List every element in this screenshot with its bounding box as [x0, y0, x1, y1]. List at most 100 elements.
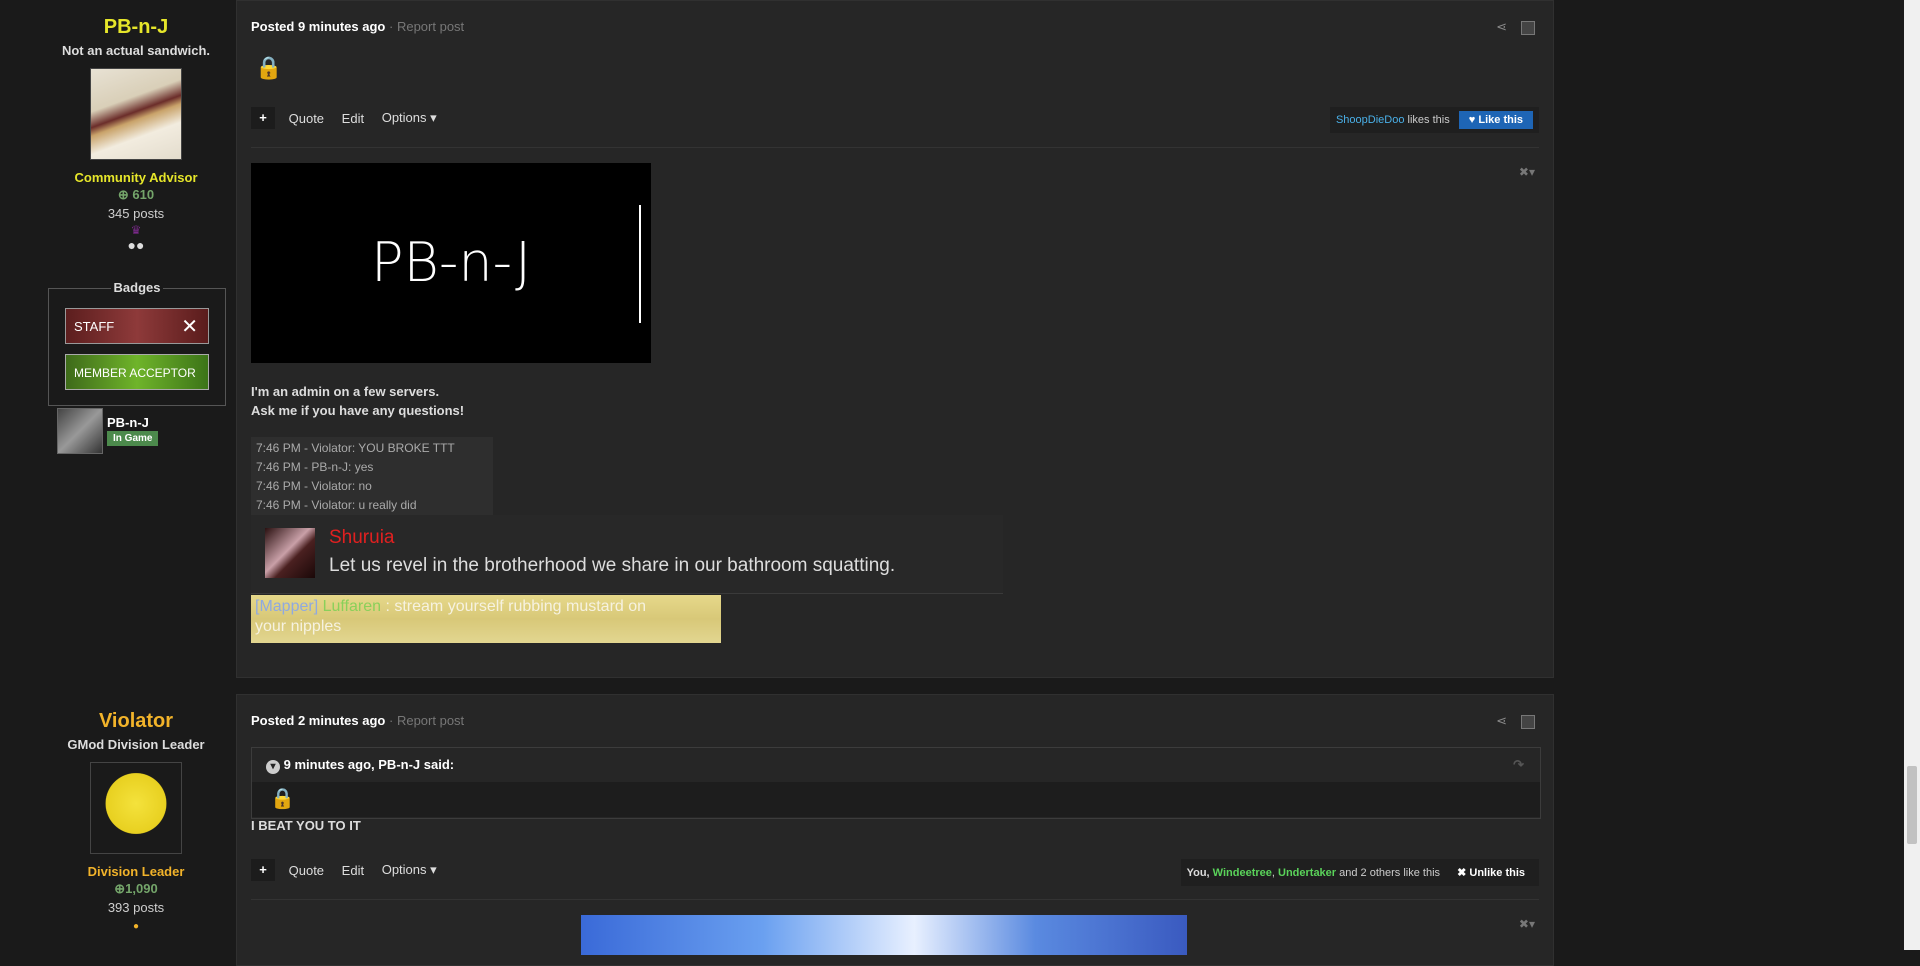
quote-author: Shuruia — [329, 527, 395, 548]
report-post-link[interactable]: Report post — [397, 713, 464, 728]
rank-dot-icon: ● — [132, 921, 140, 932]
reputation: ⊕1,090 — [114, 881, 158, 896]
chat-text: your nipples — [255, 618, 342, 635]
crossed-tools-icon: ✕ — [181, 316, 198, 338]
post-top-icons: ⋖ — [1496, 713, 1535, 729]
post2-author-panel: Violator GMod Division Leader Division L… — [0, 710, 272, 932]
banner-cursor — [639, 205, 641, 323]
likes-box: You, Windeetree, Undertaker and 2 others… — [1180, 859, 1539, 886]
likes-others[interactable]: and 2 others like this — [1339, 867, 1440, 879]
chat-line: 7:46 PM - Violator: YOU BROKE TTT — [256, 441, 455, 455]
badges-box: Badges STAFF ✕ MEMBER ACCEPTOR — [48, 280, 226, 406]
plus-multiquote-button[interactable]: + — [251, 859, 275, 881]
likes-comma: , — [1271, 867, 1275, 879]
quote-block: ▾ 9 minutes ago, PB-n-J said: ↷ 🔒 — [251, 747, 1541, 819]
likes-you: You, — [1186, 867, 1210, 879]
signature-toggle-icon[interactable]: ✖▾ — [1519, 165, 1535, 179]
collapse-chevron-icon[interactable]: ▾ — [266, 760, 280, 774]
edit-button[interactable]: Edit — [342, 863, 364, 878]
badges-label: Badges — [110, 280, 164, 295]
plus-circle-icon: ⊕ — [114, 881, 126, 896]
reputation: ⊕ 610 — [117, 187, 155, 202]
steam-avatar[interactable] — [57, 408, 103, 454]
plus-circle-icon: ⊕ — [117, 187, 129, 202]
rank-dots-icon: ●● — [127, 237, 145, 253]
author-title: Not an actual sandwich. — [61, 43, 211, 58]
post-meta: Posted 9 minutes ago · Report post — [251, 19, 465, 34]
likes-box: ShoopDieDoo likes this ♥ Like this — [1329, 107, 1539, 133]
scrollbar-thumb[interactable] — [1907, 766, 1917, 844]
chat-screenshot: [Mapper] Luffaren : stream yourself rubb… — [251, 595, 721, 643]
edit-button[interactable]: Edit — [342, 111, 364, 126]
author-rank: Community Advisor — [74, 170, 198, 185]
lock-icon: 🔒 — [255, 55, 283, 80]
quote-button[interactable]: Quote — [289, 863, 324, 878]
chat-log: 7:46 PM - Violator: YOU BROKE TTT 7:46 P… — [251, 437, 493, 517]
post-1: Posted 9 minutes ago · Report post ⋖ 🔒 +… — [236, 0, 1554, 678]
author-name[interactable]: Violator — [0, 710, 272, 733]
posted-time[interactable]: Posted 2 minutes ago — [251, 713, 385, 728]
liker-link[interactable]: ShoopDieDoo — [1336, 114, 1405, 126]
scrollbar-track[interactable] — [1904, 0, 1920, 950]
post-meta: Posted 2 minutes ago · Report post — [251, 713, 465, 728]
liker-link[interactable]: Undertaker — [1278, 867, 1336, 879]
unlike-button[interactable]: ✖ Unlike this — [1449, 863, 1533, 882]
quote-button[interactable]: Quote — [289, 111, 324, 126]
options-button[interactable]: Options ▾ — [382, 110, 437, 126]
heart-icon: ♥ — [1468, 114, 1476, 126]
post-count: 393 posts — [107, 900, 165, 915]
chat-tag: [Mapper] — [255, 598, 319, 615]
chat-name: Luffaren — [322, 598, 382, 615]
divider — [251, 147, 1539, 148]
options-button[interactable]: Options ▾ — [382, 862, 437, 878]
posted-time[interactable]: Posted 9 minutes ago — [251, 19, 385, 34]
avatar[interactable] — [90, 762, 182, 854]
plus-multiquote-button[interactable]: + — [251, 107, 275, 129]
x-icon: ✖ — [1457, 867, 1467, 879]
badge-member-acceptor[interactable]: MEMBER ACCEPTOR — [65, 354, 209, 390]
post-actions: + Quote Edit Options ▾ — [251, 859, 451, 881]
share-icon[interactable]: ⋖ — [1496, 19, 1507, 34]
goto-quote-icon[interactable]: ↷ — [1513, 748, 1524, 782]
chat-line: 7:46 PM - Violator: u really did — [256, 498, 417, 512]
post-2: Posted 2 minutes ago · Report post ⋖ ▾ 9… — [236, 694, 1554, 966]
caret-down-icon: ▾ — [430, 862, 437, 877]
post-top-icons: ⋖ — [1496, 19, 1535, 35]
post-actions: + Quote Edit Options ▾ — [251, 107, 451, 129]
steam-name: PB-n-J — [107, 415, 149, 430]
badge-staff[interactable]: STAFF ✕ — [65, 308, 209, 344]
signature-line: I'm an admin on a few servers. — [251, 384, 440, 399]
post1-author-panel: PB-n-J Not an actual sandwich. Community… — [0, 16, 272, 253]
likes-suffix: likes this — [1407, 114, 1450, 126]
signature-text: I'm an admin on a few servers. Ask me if… — [251, 382, 464, 420]
signature-image — [581, 915, 1187, 955]
liker-link[interactable]: Windeetree — [1213, 867, 1272, 879]
author-name[interactable]: PB-n-J — [0, 16, 272, 39]
author-rank: Division Leader — [87, 864, 185, 879]
like-button[interactable]: ♥ Like this — [1458, 111, 1533, 129]
banner-text: PB-n-J — [370, 231, 532, 294]
chat-line: 7:46 PM - PB-n-J: yes — [256, 460, 374, 474]
avatar[interactable] — [90, 68, 182, 160]
quote-avatar — [265, 528, 315, 578]
share-icon[interactable]: ⋖ — [1496, 713, 1507, 728]
quote-text: Let us revel in the brotherhood we share… — [329, 555, 896, 576]
steam-status-badge: In Game — [107, 431, 159, 446]
caret-down-icon: ▾ — [430, 110, 437, 125]
divider — [251, 899, 1539, 900]
author-title: GMod Division Leader — [67, 737, 205, 752]
chat-text: : stream yourself rubbing mustard on — [385, 598, 647, 615]
signature-banner: PB-n-J — [251, 163, 651, 363]
quote-attribution: 9 minutes ago, PB-n-J said: — [283, 757, 455, 772]
select-checkbox[interactable] — [1521, 20, 1535, 35]
rank-pip-icon: ♛ — [130, 223, 142, 237]
select-checkbox[interactable] — [1521, 714, 1535, 729]
post-count: 345 posts — [107, 206, 165, 221]
report-post-link[interactable]: Report post — [397, 19, 464, 34]
quote-header: ▾ 9 minutes ago, PB-n-J said: ↷ — [252, 748, 1540, 782]
signature-toggle-icon[interactable]: ✖▾ — [1519, 917, 1535, 931]
lock-icon: 🔒 — [252, 782, 1540, 817]
quote-card: Shuruia Let us revel in the brotherhood … — [251, 515, 1003, 594]
post-body: I BEAT YOU TO IT — [251, 818, 361, 833]
chat-line: 7:46 PM - Violator: no — [256, 479, 372, 493]
